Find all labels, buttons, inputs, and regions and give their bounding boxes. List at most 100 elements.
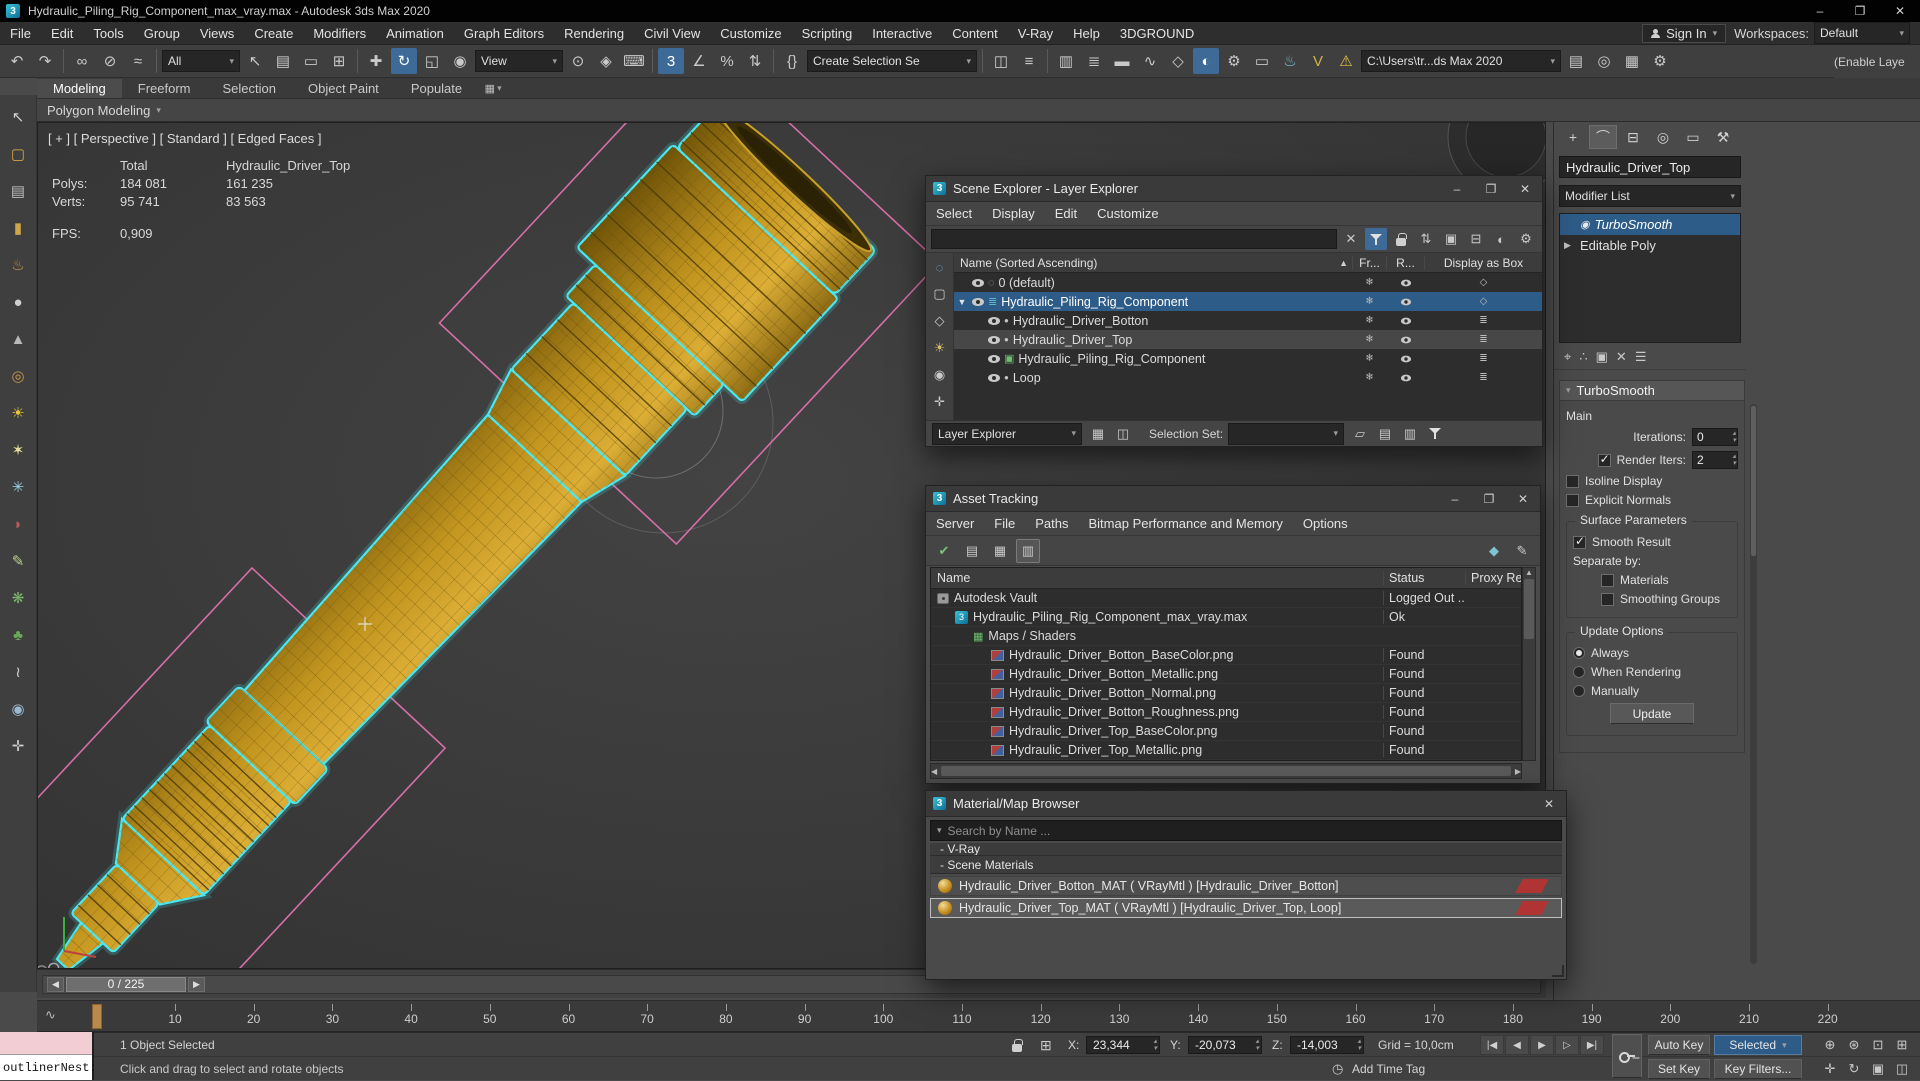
workspaces-combo[interactable]: Default ▾ bbox=[1814, 22, 1910, 44]
asset-name[interactable]: Hydraulic_Driver_Botton_Roughness.png bbox=[1009, 705, 1239, 719]
rectangular-selection-region-icon[interactable]: ▭ bbox=[298, 48, 324, 74]
scene-explorer-row-hydraulic-driver-top[interactable]: ●Hydraulic_Driver_Top❄≣ bbox=[954, 330, 1542, 349]
check-status-icon[interactable]: ✔ bbox=[932, 539, 956, 563]
iterations-spinner[interactable]: 0▴▾ bbox=[1692, 428, 1738, 446]
cylinder-primitive-icon[interactable]: ▮ bbox=[6, 216, 30, 240]
visibility-eye-icon[interactable] bbox=[972, 298, 984, 306]
maximize-button[interactable]: ❐ bbox=[1474, 176, 1508, 201]
main-menu-animation[interactable]: Animation bbox=[376, 22, 454, 45]
main-menu-interactive[interactable]: Interactive bbox=[862, 22, 942, 45]
zoom-all-icon[interactable]: ⊛ bbox=[1842, 1035, 1866, 1055]
asset-row-hydraulic-driver-botton-roughness-png[interactable]: Hydraulic_Driver_Botton_Roughness.pngFou… bbox=[931, 703, 1521, 722]
maxscript-mini-listener[interactable]: outlinerNest: bbox=[0, 1032, 94, 1080]
asset-row-hydraulic-driver-botton-basecolor-png[interactable]: Hydraulic_Driver_Botton_BaseColor.pngFou… bbox=[931, 646, 1521, 665]
render-iters-spinner[interactable]: 2▴▾ bbox=[1692, 451, 1738, 469]
scene-explorer-row-hydraulic-piling-rig-component[interactable]: ▼≣Hydraulic_Piling_Rig_Component❄◇ bbox=[954, 292, 1542, 311]
pin-stack-icon[interactable]: ⌖ bbox=[1564, 349, 1571, 365]
asset-name[interactable]: Hydraulic_Driver_Botton_Normal.png bbox=[1009, 686, 1216, 700]
display-none-icon[interactable]: ◌ bbox=[929, 256, 951, 278]
resize-grip[interactable] bbox=[1552, 965, 1564, 977]
visibility-eye-icon[interactable] bbox=[988, 355, 1000, 363]
explicit-normals-checkbox-row[interactable]: Explicit Normals bbox=[1566, 493, 1738, 507]
panel-tab-modify-icon[interactable]: ⌒ bbox=[1589, 125, 1617, 149]
vray-menu-icon[interactable]: V bbox=[1305, 48, 1331, 74]
asset-name[interactable]: Autodesk Vault bbox=[954, 591, 1037, 605]
foliage-icon[interactable]: ❋ bbox=[6, 586, 30, 610]
ribbon-tab-selection[interactable]: Selection bbox=[207, 79, 292, 98]
configure-modifier-sets-icon[interactable]: ☰ bbox=[1635, 349, 1647, 365]
scene-explorer-row-0-default[interactable]: ◌0 (default)❄◇ bbox=[954, 273, 1542, 292]
remove-modifier-icon[interactable]: ✕ bbox=[1616, 349, 1627, 365]
select-arrow-icon[interactable]: ↖ bbox=[6, 105, 30, 129]
asset-name[interactable]: Maps / Shaders bbox=[988, 629, 1076, 643]
radio-button[interactable] bbox=[1573, 647, 1585, 659]
maximize-viewport-icon[interactable]: ▣ bbox=[1866, 1059, 1890, 1079]
isoline-display-checkbox-row[interactable]: Isoline Display bbox=[1566, 474, 1738, 488]
use-pivot-point-center-icon[interactable]: ⊙ bbox=[565, 48, 591, 74]
omni-light-icon[interactable]: ✶ bbox=[6, 438, 30, 462]
thumbnail-view-icon[interactable]: ▦ bbox=[988, 539, 1012, 563]
asset-row-hydraulic-piling-rig-component-max-vray-max[interactable]: 3Hydraulic_Piling_Rig_Component_max_vray… bbox=[931, 608, 1521, 627]
scene-explorer-menu-edit[interactable]: Edit bbox=[1045, 202, 1087, 226]
go-to-end-button[interactable]: ▶| bbox=[1580, 1035, 1604, 1055]
play-button[interactable]: ▶ bbox=[1530, 1035, 1554, 1055]
material-label[interactable]: Hydraulic_Driver_Top_MAT ( VRayMtl ) [Hy… bbox=[959, 901, 1341, 915]
display-as-box-icon[interactable]: ≣ bbox=[1479, 372, 1487, 383]
main-menu-rendering[interactable]: Rendering bbox=[554, 22, 634, 45]
table-view-icon[interactable]: ▥ bbox=[1016, 539, 1040, 563]
checkbox[interactable] bbox=[1566, 475, 1579, 488]
pan-icon[interactable]: ✛ bbox=[1818, 1059, 1842, 1079]
proxy-column-header[interactable]: Proxy Re bbox=[1465, 571, 1521, 585]
select-and-scale-icon[interactable]: ◱ bbox=[419, 48, 445, 74]
scrollbar-thumb[interactable] bbox=[941, 766, 1511, 776]
asset-row-hydraulic-driver-botton-normal-png[interactable]: Hydraulic_Driver_Botton_Normal.pngFound bbox=[931, 684, 1521, 703]
panel-tab-create-icon[interactable]: + bbox=[1559, 125, 1587, 149]
teapot-primitive-icon[interactable]: ♨ bbox=[6, 253, 30, 277]
reference-coordinate-system-combo[interactable]: View▾ bbox=[475, 50, 563, 72]
select-by-name-icon[interactable]: ▤ bbox=[270, 48, 296, 74]
modifier-stack-item-turbosmooth[interactable]: ◉TurboSmooth bbox=[1560, 214, 1740, 235]
main-menu-file[interactable]: File bbox=[0, 22, 41, 45]
redo-icon[interactable]: ↷ bbox=[32, 48, 58, 74]
asset-name[interactable]: Hydraulic_Piling_Rig_Component_max_vray.… bbox=[973, 610, 1247, 624]
scroll-right-icon[interactable]: ▶ bbox=[1515, 767, 1521, 776]
render-eye-icon[interactable] bbox=[1400, 355, 1410, 362]
close-button[interactable]: ✕ bbox=[1508, 176, 1542, 201]
render-column-header[interactable]: R... bbox=[1386, 256, 1424, 270]
vray-section-header[interactable]: - V-Ray bbox=[930, 843, 1562, 856]
materials-checkbox-row[interactable]: Materials bbox=[1573, 573, 1731, 587]
asset-name[interactable]: Hydraulic_Driver_Top_Metallic.png bbox=[1009, 743, 1202, 757]
rollout-header[interactable]: ▾ TurboSmooth bbox=[1560, 381, 1744, 401]
minimize-button[interactable]: – bbox=[1438, 486, 1472, 511]
droplet-icon[interactable]: ◗ bbox=[6, 512, 30, 536]
asset-tracking-titlebar[interactable]: 3 Asset Tracking – ❐ ✕ bbox=[926, 486, 1540, 512]
zoom-extents-icon[interactable]: ⊡ bbox=[1866, 1035, 1890, 1055]
visibility-eye-icon[interactable] bbox=[988, 336, 1000, 344]
display-as-box-column-header[interactable]: Display as Box bbox=[1424, 256, 1542, 270]
window-crossing-toggle-icon[interactable]: ⊞ bbox=[326, 48, 352, 74]
close-button[interactable]: ✕ bbox=[1532, 791, 1566, 816]
missing-files-warning-icon[interactable]: ⚠ bbox=[1333, 48, 1359, 74]
unlink-selection-icon[interactable]: ⊘ bbox=[97, 48, 123, 74]
panel-tab-utilities-icon[interactable]: ⚒ bbox=[1709, 125, 1737, 149]
bone-tool-icon[interactable]: ≀ bbox=[6, 660, 30, 684]
mini-curve-editor-icon[interactable]: ∿ bbox=[45, 1007, 56, 1023]
mirror-icon[interactable]: ◫ bbox=[988, 48, 1014, 74]
expander-icon[interactable]: ▼ bbox=[956, 297, 968, 307]
ribbon-tab-populate[interactable]: Populate bbox=[395, 79, 478, 98]
display-geometry-toggle-icon[interactable]: ▣ bbox=[1440, 228, 1462, 250]
track-bar[interactable]: ∿ 10203040506070809010011012013014015016… bbox=[37, 1000, 1920, 1032]
polygon-modeling-panel[interactable]: Polygon Modeling bbox=[47, 103, 150, 118]
sun-light-icon[interactable]: ☀ bbox=[6, 401, 30, 425]
next-frame-arrow[interactable]: ▶ bbox=[188, 977, 205, 992]
display-lights-icon[interactable]: ☀ bbox=[929, 337, 951, 359]
main-menu-edit[interactable]: Edit bbox=[41, 22, 83, 45]
name-column-header[interactable]: Name bbox=[931, 571, 1383, 585]
key-filters-button[interactable]: Key Filters... bbox=[1714, 1059, 1802, 1079]
asset-row-hydraulic-driver-botton-metallic-png[interactable]: Hydraulic_Driver_Botton_Metallic.pngFoun… bbox=[931, 665, 1521, 684]
time-slider-handle[interactable]: 0 / 225 bbox=[66, 977, 186, 992]
set-key-button[interactable]: Set Key bbox=[1648, 1059, 1710, 1079]
render-eye-icon[interactable] bbox=[1400, 298, 1410, 305]
new-scene-explorer-icon[interactable]: ▦ bbox=[1087, 423, 1109, 445]
grass-icon[interactable]: ♣ bbox=[6, 623, 30, 647]
